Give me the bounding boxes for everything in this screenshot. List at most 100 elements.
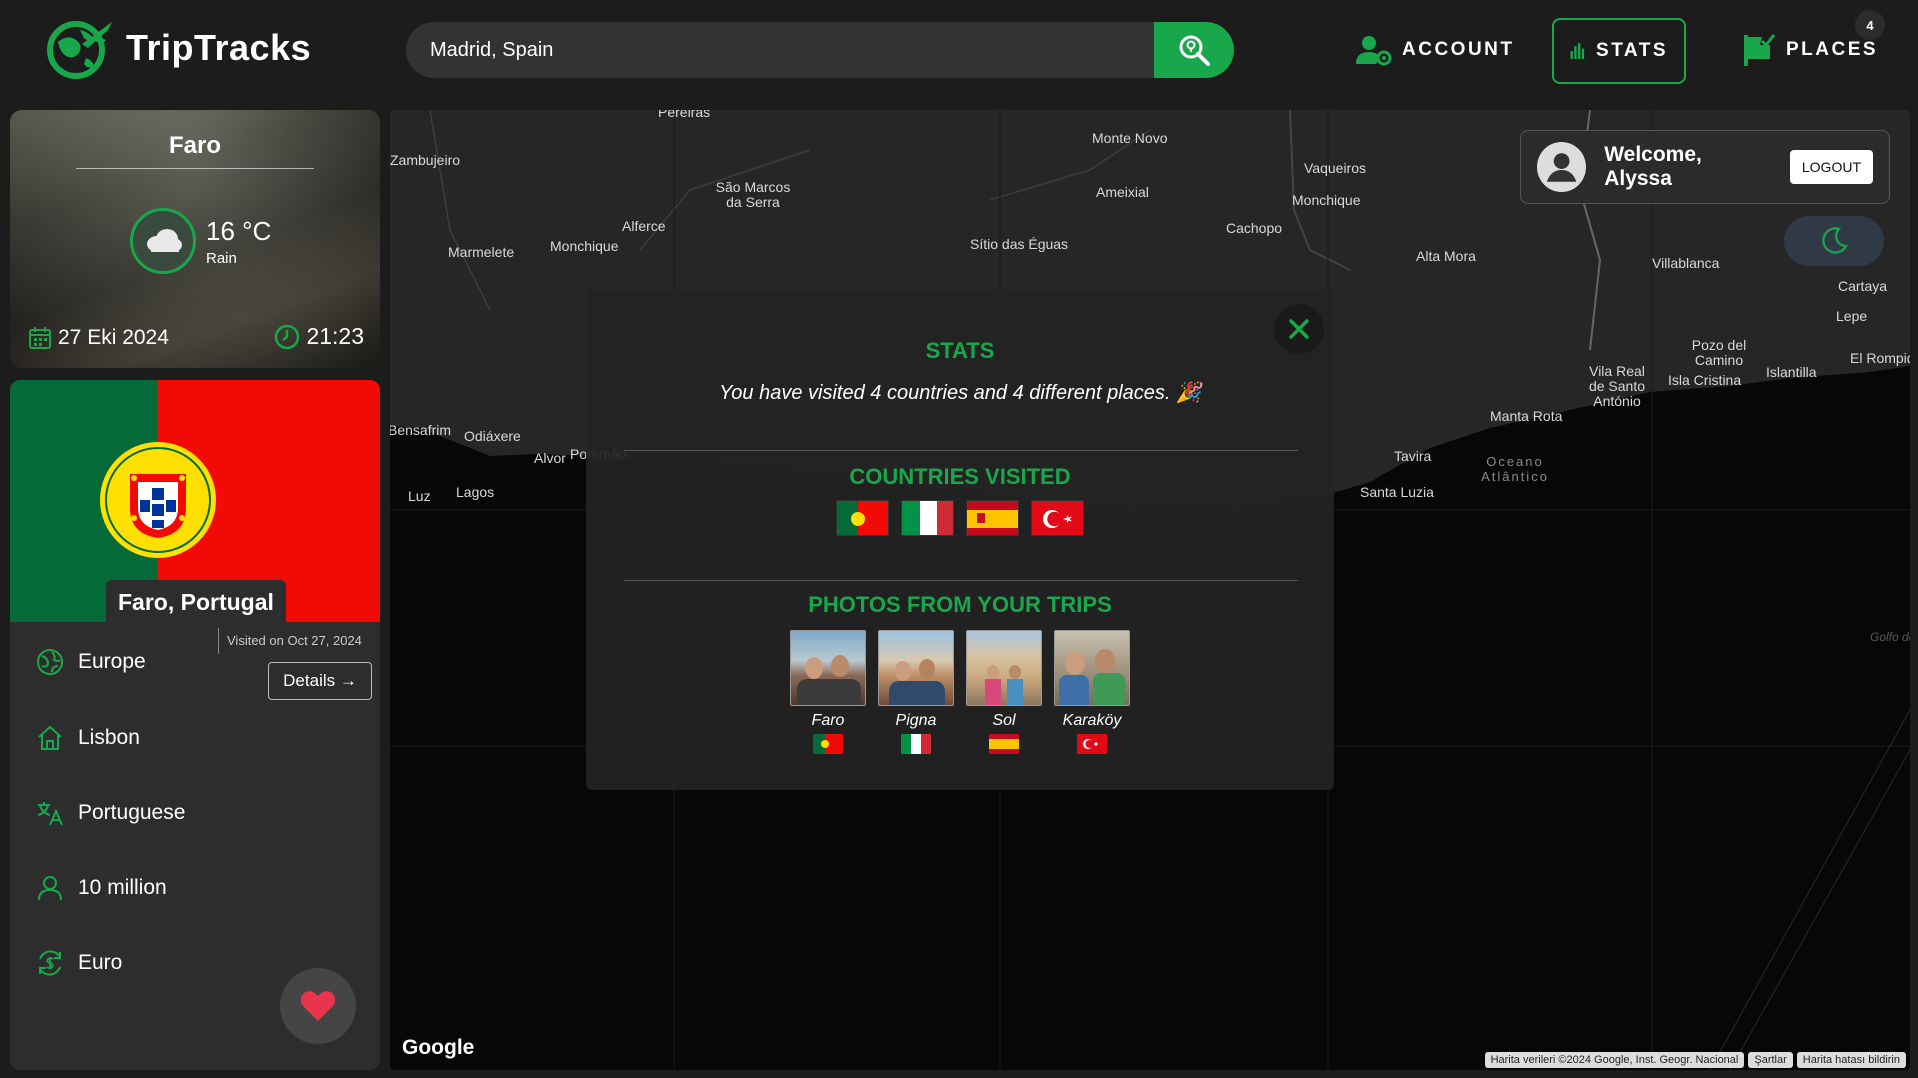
home-icon (38, 725, 62, 750)
report-error-link[interactable]: Harita hatası bildirin (1796, 1052, 1906, 1068)
photo-caption: Karaköy (1062, 712, 1122, 729)
flag-portugal[interactable] (836, 500, 889, 536)
map-label: Vila Real de Santo António (1588, 363, 1646, 409)
google-logo: Google (402, 1036, 475, 1059)
map-label: El Rompido (1850, 350, 1910, 366)
weather-city: Faro (168, 132, 221, 159)
nav-stats[interactable]: STATS (1552, 18, 1686, 84)
flag-check-icon (1744, 34, 1776, 66)
bar-chart-icon (1570, 42, 1585, 60)
weather-time-text: 21:23 (306, 323, 364, 349)
map-attribution: Harita verileri ©2024 Google, Inst. Geog… (1484, 1052, 1906, 1068)
trip-photo[interactable] (1054, 630, 1130, 706)
map-label: Vaqueiros (1304, 160, 1367, 176)
details-button[interactable]: Details → (268, 662, 372, 700)
nav-stats-label: STATS (1596, 40, 1668, 61)
info-continent: Europe (36, 648, 146, 676)
info-population: 10 million (36, 874, 167, 902)
moon-icon (1822, 227, 1848, 254)
welcome-text: Welcome, Alyssa (1604, 143, 1702, 190)
info-capital: Lisbon (36, 724, 140, 752)
currency-text: Euro (78, 951, 123, 974)
countries-visited-title: COUNTRIES VISITED (849, 464, 1071, 489)
weather-date: 27 Eki 2024 (28, 326, 169, 350)
search-input[interactable] (406, 22, 1154, 78)
map-label: Golfo de Cádiz (1870, 630, 1910, 644)
map-label: Sítio das Éguas (970, 236, 1069, 252)
divider (624, 580, 1298, 581)
map-label: Alvor (534, 450, 566, 466)
place-name: Faro, Portugal (106, 580, 286, 624)
info-language: Portuguese (36, 799, 185, 827)
map-label: Odiáxere (464, 428, 521, 444)
mini-flag-spain (989, 734, 1019, 754)
map-label: Ameixial (1096, 184, 1149, 200)
trip-photo-item[interactable]: Karaköy (1054, 630, 1130, 754)
globe-icon (37, 649, 63, 675)
trip-photo[interactable] (966, 630, 1042, 706)
map-label: Pereiras (658, 110, 711, 120)
attribution-text[interactable]: Harita verileri ©2024 Google, Inst. Geog… (1484, 1052, 1745, 1068)
map-label: Monchique (550, 238, 619, 254)
trip-photos: Faro Pigna Sol Karaköy (790, 630, 1130, 754)
weather-divider (76, 168, 314, 169)
flag-spain[interactable] (966, 500, 1019, 536)
weather-date-text: 27 Eki 2024 (58, 326, 169, 349)
search-button[interactable] (1154, 22, 1234, 78)
favorite-button[interactable] (280, 968, 356, 1044)
top-header: TripTracks ACCOUNT (0, 0, 1918, 100)
app-logo[interactable]: TripTracks (42, 14, 311, 82)
search-bar (406, 22, 1234, 78)
trip-photo-item[interactable]: Sol (966, 630, 1042, 754)
trip-photo[interactable] (878, 630, 954, 706)
heart-icon (300, 991, 336, 1021)
map-label: Lepe (1836, 308, 1868, 324)
map-label: Santa Luzia (1360, 484, 1434, 500)
clock-icon (275, 324, 300, 349)
map-label: São Marcos da Serra (715, 179, 791, 210)
stats-title: STATS (925, 338, 995, 363)
currency-exchange-icon (39, 950, 61, 976)
language-text: Portuguese (78, 801, 186, 824)
nav-places-label: PLACES (1786, 39, 1879, 60)
user-icon (38, 876, 62, 901)
app-name: TripTracks (126, 27, 312, 68)
trip-photo-item[interactable]: Pigna (878, 630, 954, 754)
map-label: Islantilla (1766, 364, 1817, 380)
terms-link[interactable]: Şartlar (1748, 1052, 1793, 1068)
map-label: Villablanca (1652, 255, 1720, 271)
flag-italy[interactable] (901, 500, 954, 536)
portugal-coat-of-arms-icon (100, 442, 216, 558)
map-label: Alta Mora (1416, 248, 1476, 264)
visited-date: Visited on Oct 27, 2024 (218, 628, 362, 654)
mini-flag-italy (901, 734, 931, 754)
trip-photo-item[interactable]: Faro (790, 630, 866, 754)
logout-button[interactable]: LOGOUT (1789, 150, 1873, 184)
weather-card: Faro 16 °C Rain 27 Eki 2024 21:23 (10, 110, 380, 368)
theme-toggle[interactable] (1784, 216, 1884, 266)
trip-photo[interactable] (790, 630, 866, 706)
map-label: Lagos (456, 484, 495, 500)
avatar[interactable] (1537, 142, 1587, 192)
map-label: Monchique (1292, 192, 1361, 208)
map-label: Monte Novo (1092, 130, 1168, 146)
country-card: Faro, Portugal Visited on Oct 27, 2024 D… (10, 380, 380, 1070)
flag-turkey[interactable] (1031, 500, 1084, 536)
map-label: Cachopo (1226, 220, 1283, 236)
mini-flag-portugal (813, 734, 843, 754)
map-label: Pozo del Camino (1691, 337, 1747, 368)
nav-account[interactable]: ACCOUNT (1340, 18, 1531, 82)
weather-condition: Rain (206, 250, 237, 267)
weather-temperature: 16 °C (206, 216, 272, 246)
globe-plane-icon (47, 21, 112, 79)
calendar-icon (29, 327, 51, 349)
map-label: Marmelete (448, 244, 515, 260)
map-label: Isla Cristina (1668, 372, 1742, 388)
map-label: Luz (408, 488, 431, 504)
map-label: Alferce (622, 218, 666, 234)
places-count-badge: 4 (1855, 10, 1885, 40)
map-label: Zambujeiro (390, 152, 461, 168)
nav-account-label: ACCOUNT (1402, 39, 1515, 60)
photo-caption: Faro (811, 712, 845, 729)
photo-caption: Sol (992, 712, 1016, 729)
